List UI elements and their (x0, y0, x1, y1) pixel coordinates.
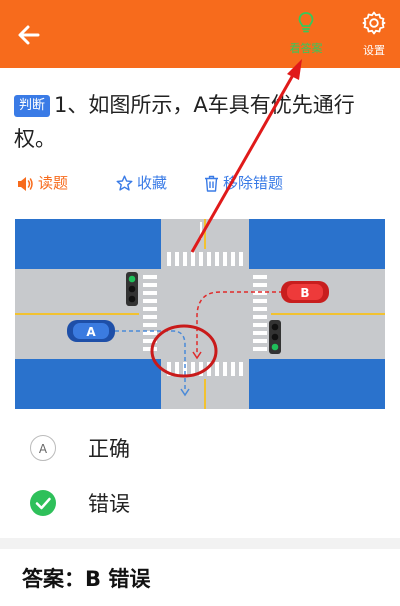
show-answer-button[interactable]: 看答案 (282, 10, 330, 62)
read-question-label: 读题 (38, 174, 69, 192)
car-b: B (281, 281, 329, 303)
car-b-label: B (300, 286, 309, 300)
speaker-icon (18, 176, 33, 191)
option-text: 正确 (88, 437, 130, 461)
intersection-illustration: A B (15, 219, 385, 409)
question-text: 1、如图所示，A车具有优先通行权。 (14, 93, 355, 151)
star-icon (116, 175, 133, 191)
answer-text: 答案：B 错误 (22, 567, 151, 591)
trash-icon (205, 175, 218, 192)
favorite-button[interactable]: 收藏 (116, 170, 167, 196)
option-marker: A (30, 435, 56, 461)
show-answer-label: 看答案 (289, 42, 323, 55)
traffic-light-left (126, 272, 138, 306)
back-button[interactable] (14, 20, 44, 50)
read-question-button[interactable]: 读题 (16, 170, 68, 196)
settings-button[interactable]: 设置 (350, 10, 398, 62)
option-text: 错误 (88, 492, 130, 516)
car-a: A (67, 320, 115, 342)
option-marker-selected (30, 490, 56, 516)
top-bar: 看答案 设置 (0, 0, 400, 68)
car-a-label: A (86, 325, 96, 339)
settings-label: 设置 (363, 44, 385, 57)
answer-panel: 答案：B 错误 (0, 549, 400, 606)
lightbulb-icon (298, 12, 314, 33)
check-icon (35, 497, 51, 510)
arrow-left-icon (18, 25, 40, 45)
remove-wrong-label: 移除错题 (223, 174, 284, 192)
gear-icon (362, 11, 386, 35)
question-actions: 读题 收藏 移除错题 (16, 170, 396, 196)
question-type-badge: 判断 (14, 95, 51, 117)
favorite-label: 收藏 (137, 174, 168, 192)
traffic-light-right (269, 320, 281, 354)
question: 判断 1、如图所示，A车具有优先通行权。 (14, 88, 392, 156)
remove-wrong-button[interactable]: 移除错题 (204, 170, 283, 196)
